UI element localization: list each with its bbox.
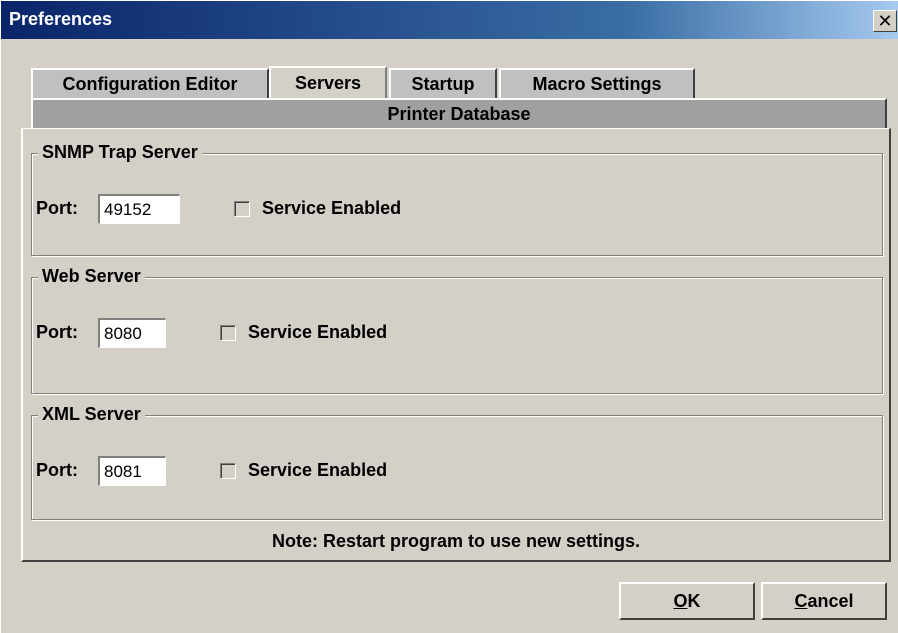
title-bar[interactable]: Preferences ✕ — [1, 1, 898, 39]
tab-label: Macro Settings — [532, 73, 662, 94]
tab-configuration-editor[interactable]: Configuration Editor — [31, 68, 269, 98]
service-enabled-label[interactable]: Service Enabled — [262, 198, 401, 219]
restart-note: Note: Restart program to use new setting… — [271, 531, 641, 551]
group-title: XML Server — [38, 404, 145, 425]
snmp-service-enabled-checkbox[interactable] — [234, 201, 250, 217]
ok-label-rest: K — [687, 590, 701, 611]
tab-startup[interactable]: Startup — [389, 68, 497, 98]
cancel-button[interactable]: Cancel — [761, 582, 887, 620]
window-title: Preferences — [9, 9, 113, 29]
web-server-group: Web Server Port: Service Enabled — [31, 266, 883, 394]
port-label: Port: — [36, 460, 78, 480]
tab-label: Printer Database — [387, 103, 531, 124]
cancel-mnemonic: C — [794, 590, 808, 611]
web-port-input[interactable] — [98, 318, 166, 348]
close-button[interactable]: ✕ — [873, 10, 897, 32]
snmp-port-input[interactable] — [98, 194, 180, 224]
xml-port-input[interactable] — [98, 456, 166, 486]
ok-mnemonic: O — [673, 590, 688, 611]
web-service-enabled-checkbox[interactable] — [220, 325, 236, 341]
group-title: Web Server — [38, 266, 145, 287]
service-enabled-label[interactable]: Service Enabled — [248, 322, 387, 343]
xml-server-group: XML Server Port: Service Enabled — [31, 404, 883, 520]
cancel-label-rest: ancel — [807, 590, 854, 611]
ok-button[interactable]: OK — [619, 582, 755, 620]
xml-service-enabled-checkbox[interactable] — [220, 463, 236, 479]
tab-label: Startup — [411, 73, 475, 94]
servers-panel: SNMP Trap Server Port: Service Enabled W… — [21, 128, 891, 562]
port-label: Port: — [36, 322, 78, 342]
close-icon: ✕ — [877, 11, 893, 31]
tab-printer-database[interactable]: Printer Database — [31, 98, 887, 128]
snmp-trap-server-group: SNMP Trap Server Port: Service Enabled — [31, 142, 883, 256]
service-enabled-label[interactable]: Service Enabled — [248, 460, 387, 481]
port-label: Port: — [36, 198, 78, 218]
tab-label: Servers — [294, 72, 362, 93]
tab-servers[interactable]: Servers — [269, 66, 387, 98]
preferences-dialog: Preferences ✕ Configuration Editor Serve… — [0, 0, 898, 633]
tab-macro-settings[interactable]: Macro Settings — [499, 68, 695, 98]
tab-label: Configuration Editor — [62, 73, 238, 94]
group-title: SNMP Trap Server — [38, 142, 202, 163]
